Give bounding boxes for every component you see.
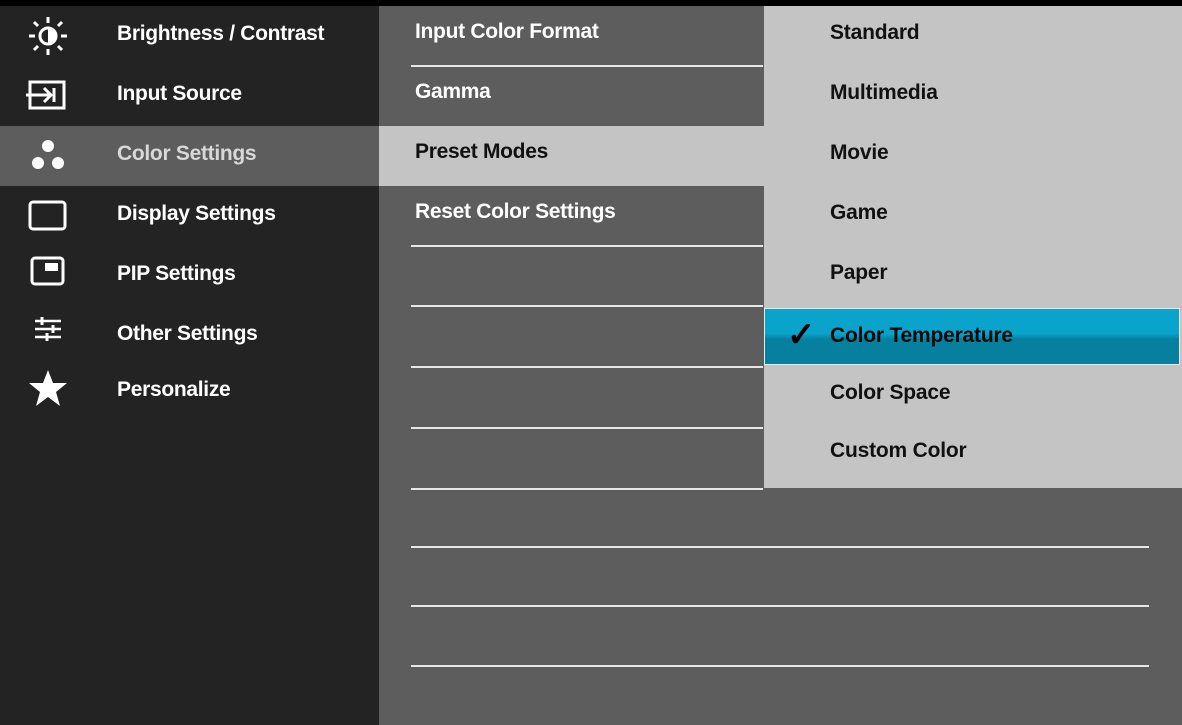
option-label: Game — [830, 201, 888, 224]
menu-label: Input Source — [117, 82, 242, 105]
sliders-icon — [25, 310, 71, 350]
option-multimedia[interactable]: Multimedia — [764, 66, 1182, 126]
menu-item-pip-settings[interactable]: PIP Settings — [0, 246, 379, 306]
option-label: Custom Color — [830, 439, 967, 462]
menu-label: Color Settings — [117, 142, 257, 165]
submenu-item-input-color-format[interactable]: Input Color Format — [379, 6, 764, 66]
submenu-item-reset-color-settings[interactable]: Reset Color Settings — [379, 186, 764, 246]
submenu-item-gamma[interactable]: Gamma — [379, 66, 764, 126]
option-label: Multimedia — [830, 81, 938, 104]
row-divider — [411, 65, 763, 67]
option-label: Standard — [830, 21, 920, 44]
menu-item-color-settings[interactable]: Color Settings — [0, 126, 379, 186]
checkmark-icon: ✓ — [787, 316, 816, 354]
preset-modes-options: Standard Multimedia Movie Game Paper ✓ C… — [764, 6, 1182, 488]
input-source-icon — [25, 76, 71, 116]
pip-icon — [25, 252, 71, 292]
menu-item-brightness-contrast[interactable]: Brightness / Contrast — [0, 6, 379, 66]
option-game[interactable]: Game — [764, 186, 1182, 246]
option-label: Color Temperature — [830, 324, 1013, 347]
row-divider — [411, 427, 763, 429]
submenu-label: Reset Color Settings — [415, 200, 616, 223]
option-color-space[interactable]: Color Space — [764, 366, 1182, 426]
menu-item-personalize[interactable]: Personalize — [0, 362, 379, 422]
color-settings-icon — [25, 136, 71, 176]
option-standard[interactable]: Standard — [764, 6, 1182, 66]
row-divider — [411, 305, 763, 307]
menu-item-input-source[interactable]: Input Source — [0, 66, 379, 126]
menu-item-other-settings[interactable]: Other Settings — [0, 306, 379, 366]
row-divider — [411, 245, 763, 247]
osd-window: Brightness / Contrast Input Source Color… — [0, 0, 1182, 725]
submenu-label: Preset Modes — [415, 140, 548, 163]
option-custom-color[interactable]: Custom Color — [764, 426, 1182, 486]
row-divider — [411, 366, 763, 368]
menu-item-display-settings[interactable]: Display Settings — [0, 186, 379, 246]
option-label: Movie — [830, 141, 889, 164]
option-movie[interactable]: Movie — [764, 126, 1182, 186]
menu-label: Other Settings — [117, 322, 258, 345]
menu-label: PIP Settings — [117, 262, 236, 285]
menu-label: Brightness / Contrast — [117, 22, 325, 45]
row-divider — [411, 546, 1149, 548]
submenu-label: Input Color Format — [415, 20, 599, 43]
main-menu: Brightness / Contrast Input Source Color… — [0, 6, 379, 725]
row-divider — [411, 605, 1149, 607]
submenu-label: Gamma — [415, 80, 491, 103]
row-divider — [411, 488, 763, 490]
menu-label: Personalize — [117, 378, 231, 401]
option-color-temperature[interactable]: ✓ Color Temperature — [764, 308, 1180, 365]
row-divider — [411, 665, 1149, 667]
option-label: Color Space — [830, 381, 951, 404]
star-icon — [25, 368, 71, 408]
brightness-icon — [25, 16, 71, 56]
option-label: Paper — [830, 261, 888, 284]
display-icon — [25, 196, 71, 236]
menu-label: Display Settings — [117, 202, 276, 225]
submenu-item-preset-modes[interactable]: Preset Modes — [379, 126, 764, 186]
option-paper[interactable]: Paper — [764, 246, 1182, 306]
